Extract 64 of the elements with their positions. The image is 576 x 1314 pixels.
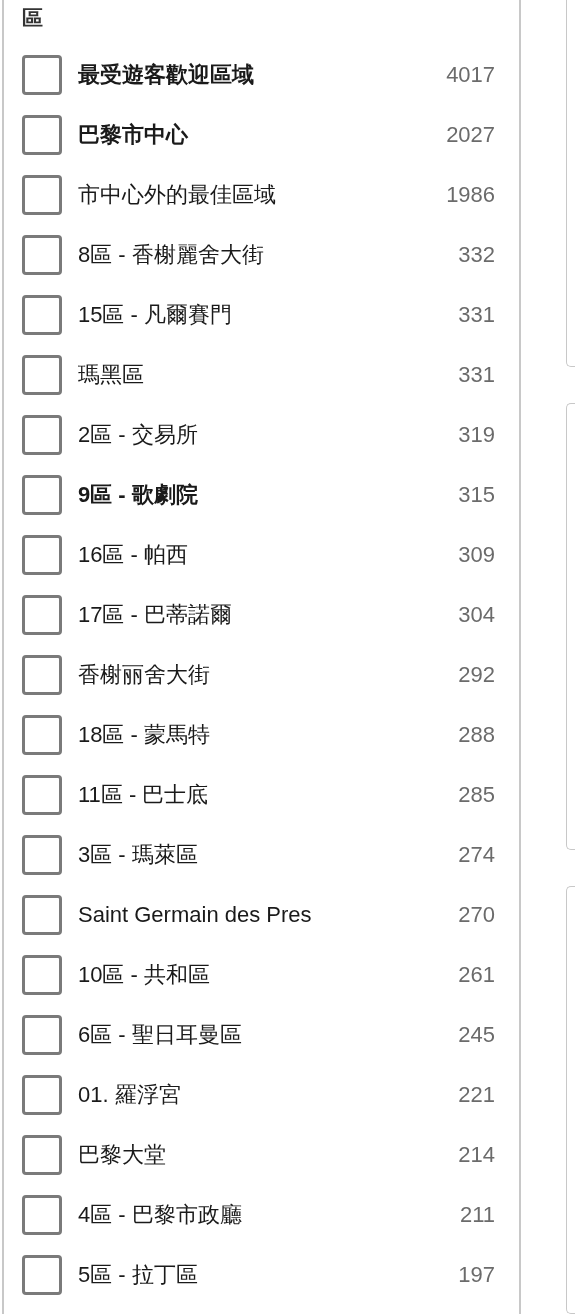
option-count: 319 (458, 422, 496, 448)
option-count: 331 (458, 302, 496, 328)
option-count: 4017 (446, 62, 496, 88)
option-label[interactable]: 巴黎市中心 (78, 120, 447, 150)
option-label[interactable]: 9區 - 歌劇院 (78, 480, 459, 510)
option-label[interactable]: 18區 - 蒙馬特 (78, 720, 459, 750)
checkbox[interactable] (22, 655, 62, 695)
checkbox[interactable] (22, 415, 62, 455)
option-count: 197 (458, 1262, 496, 1288)
option-count: 288 (458, 722, 496, 748)
option-count: 309 (458, 542, 496, 568)
option-count: 315 (458, 482, 496, 508)
option-count: 245 (458, 1022, 496, 1048)
checkbox[interactable] (22, 595, 62, 635)
option-label[interactable]: 5區 - 拉丁區 (78, 1260, 459, 1290)
option-label[interactable]: 17區 - 巴蒂諾爾 (78, 600, 459, 630)
option-count: 221 (458, 1082, 496, 1108)
checkbox[interactable] (22, 955, 62, 995)
option-label[interactable]: 8區 - 香榭麗舍大街 (78, 240, 459, 270)
option-label[interactable]: 4區 - 巴黎市政廳 (78, 1200, 460, 1230)
option-label[interactable]: 11區 - 巴士底 (78, 780, 459, 810)
option-count: 274 (458, 842, 496, 868)
checkbox[interactable] (22, 1255, 62, 1295)
option-label[interactable]: 15區 - 凡爾賽門 (78, 300, 459, 330)
checkbox[interactable] (22, 775, 62, 815)
checkbox[interactable] (22, 1015, 62, 1055)
option-label[interactable]: 市中心外的最佳區域 (78, 180, 447, 210)
option-count: 304 (458, 602, 496, 628)
checkbox[interactable] (22, 715, 62, 755)
option-label[interactable]: 3區 - 瑪萊區 (78, 840, 459, 870)
checkbox[interactable] (22, 295, 62, 335)
checkbox[interactable] (22, 1195, 62, 1235)
checkbox[interactable] (22, 175, 62, 215)
option-label[interactable]: 2區 - 交易所 (78, 420, 459, 450)
option-count: 211 (460, 1202, 496, 1228)
checkbox[interactable] (22, 475, 62, 515)
option-count: 1986 (446, 182, 496, 208)
option-label[interactable]: 香榭丽舍大街 (78, 660, 459, 690)
checkbox[interactable] (22, 535, 62, 575)
option-count: 285 (458, 782, 496, 808)
checkbox[interactable] (22, 1075, 62, 1115)
option-count: 2027 (446, 122, 496, 148)
option-label[interactable]: Saint Germain des Pres (78, 902, 459, 928)
option-count: 332 (458, 242, 496, 268)
option-count: 270 (458, 902, 496, 928)
checkbox[interactable] (22, 115, 62, 155)
option-label[interactable]: 瑪黑區 (78, 360, 459, 390)
option-label[interactable]: 10區 - 共和區 (78, 960, 459, 990)
checkbox[interactable] (22, 235, 62, 275)
option-count: 292 (458, 662, 496, 688)
option-label[interactable]: 巴黎大堂 (78, 1140, 459, 1170)
checkbox[interactable] (22, 895, 62, 935)
option-label[interactable]: 01. 羅浮宮 (78, 1080, 459, 1110)
checkbox[interactable] (22, 1135, 62, 1175)
filter-title: 區 (22, 5, 44, 31)
checkbox[interactable] (22, 355, 62, 395)
checkbox[interactable] (22, 835, 62, 875)
option-count: 261 (458, 962, 496, 988)
option-label[interactable]: 6區 - 聖日耳曼區 (78, 1020, 459, 1050)
checkbox[interactable] (22, 55, 62, 95)
option-label[interactable]: 16區 - 帕西 (78, 540, 459, 570)
option-count: 214 (458, 1142, 496, 1168)
option-label[interactable]: 最受遊客歡迎區域 (78, 60, 447, 90)
option-count: 331 (458, 362, 496, 388)
